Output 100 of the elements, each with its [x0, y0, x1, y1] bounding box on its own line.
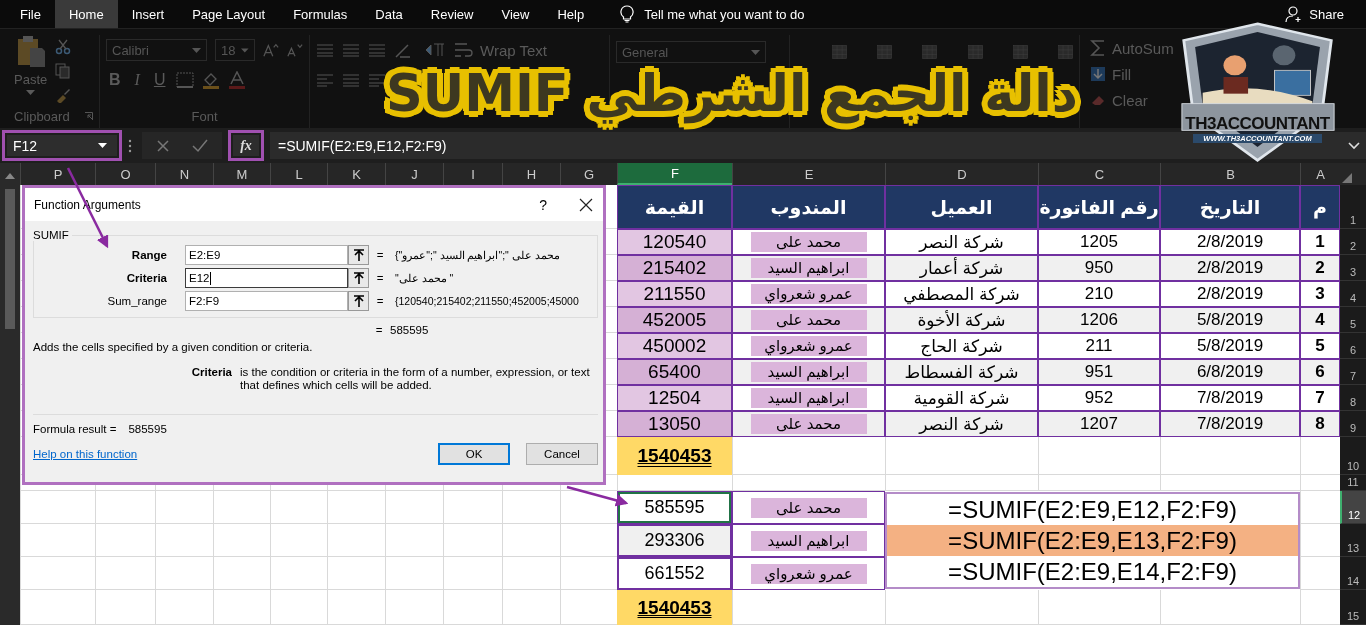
sheet-cell[interactable]	[502, 524, 560, 557]
sheet-cell[interactable]	[213, 557, 270, 590]
input-field[interactable]: E12	[185, 268, 348, 288]
collapse-dialog-button[interactable]	[348, 268, 369, 288]
help-button[interactable]: ?	[539, 196, 547, 213]
ok-button[interactable]: OK	[438, 443, 510, 465]
align-left-icon[interactable]	[316, 73, 334, 87]
font-color-icon[interactable]	[228, 71, 247, 89]
sheet-cell[interactable]	[502, 491, 560, 524]
sheet-cell[interactable]	[213, 524, 270, 557]
clipboard-icon[interactable]	[15, 35, 46, 69]
row-header[interactable]: 13	[1340, 524, 1366, 557]
menu-tab[interactable]: Formulas	[279, 0, 362, 28]
align-top-icon[interactable]	[316, 43, 334, 57]
input-field[interactable]: F2:F9	[185, 291, 348, 311]
align-bottom-icon[interactable]	[368, 43, 386, 57]
sheet-cell[interactable]	[155, 524, 213, 557]
name-box[interactable]: F12	[7, 135, 117, 156]
shrink-font-icon[interactable]	[287, 42, 303, 58]
align-right-icon[interactable]	[368, 73, 386, 87]
sheet-cell[interactable]	[1038, 475, 1160, 491]
column-header[interactable]: E	[732, 163, 885, 185]
column-header[interactable]: J	[385, 163, 443, 185]
close-icon[interactable]	[579, 197, 593, 212]
sheet-cell[interactable]	[885, 590, 1038, 625]
enter-icon[interactable]	[192, 138, 208, 153]
sheet-cell[interactable]	[1038, 590, 1160, 625]
sheet-cell[interactable]	[327, 590, 385, 625]
dialog-launcher-icon[interactable]	[85, 112, 93, 120]
brush-icon[interactable]	[55, 87, 72, 103]
sheet-cell[interactable]	[270, 590, 327, 625]
column-header[interactable]: G	[560, 163, 617, 185]
row-header[interactable]: 10	[1340, 437, 1366, 475]
row-header[interactable]: 6	[1340, 333, 1366, 359]
row-header[interactable]: 5	[1340, 307, 1366, 333]
column-header[interactable]: C	[1038, 163, 1160, 185]
column-header[interactable]: L	[270, 163, 327, 185]
sheet-cell[interactable]	[20, 557, 95, 590]
menu-tab[interactable]: File	[6, 0, 55, 28]
column-header[interactable]: F	[617, 163, 732, 185]
copy-icon[interactable]	[55, 63, 72, 79]
sheet-cell[interactable]	[95, 590, 155, 625]
sheet-cell[interactable]	[1160, 475, 1300, 491]
sheet-cell[interactable]	[155, 491, 213, 524]
row-header[interactable]: 11	[1340, 475, 1366, 491]
scroll-up-arrow-icon[interactable]	[5, 173, 15, 179]
sheet-cell[interactable]	[327, 557, 385, 590]
tell-me-box[interactable]: Tell me what you want to do	[644, 6, 805, 22]
menu-tab[interactable]: View	[487, 0, 544, 28]
caret-icon[interactable]	[98, 143, 107, 148]
collapse-dialog-button[interactable]	[348, 291, 369, 311]
sheet-cell[interactable]	[1160, 590, 1300, 625]
menu-tab[interactable]: Help	[543, 0, 599, 28]
vertical-scrollbar[interactable]	[0, 163, 20, 625]
column-header[interactable]: H	[502, 163, 560, 185]
borders-icon[interactable]	[176, 72, 195, 88]
row-header[interactable]: 2	[1340, 229, 1366, 255]
row-header[interactable]: 15	[1340, 590, 1366, 625]
row-header[interactable]: 12	[1340, 491, 1366, 524]
column-header[interactable]: D	[885, 163, 1038, 185]
sheet-cell[interactable]	[213, 590, 270, 625]
column-header[interactable]: O	[95, 163, 155, 185]
menu-tab[interactable]: Page Layout	[178, 0, 280, 28]
column-header[interactable]: A	[1300, 163, 1340, 185]
sheet-cell[interactable]	[95, 557, 155, 590]
drag-handle-icon[interactable]	[128, 138, 132, 153]
row-header[interactable]: 9	[1340, 411, 1366, 437]
fill-color-icon[interactable]	[202, 71, 221, 89]
cancel-button[interactable]: Cancel	[526, 443, 598, 465]
row-header[interactable]: 14	[1340, 557, 1366, 590]
sheet-cell[interactable]	[155, 590, 213, 625]
sheet-cell[interactable]	[443, 524, 502, 557]
column-header[interactable]: I	[443, 163, 502, 185]
column-header[interactable]: P	[20, 163, 95, 185]
insert-function-button[interactable]: fx	[233, 135, 259, 156]
sheet-cell[interactable]	[385, 491, 443, 524]
sheet-cell[interactable]	[385, 524, 443, 557]
sheet-cell[interactable]	[385, 557, 443, 590]
collapse-dialog-button[interactable]	[348, 245, 369, 265]
menu-tab[interactable]: Insert	[117, 0, 179, 28]
sheet-cell[interactable]	[502, 557, 560, 590]
scrollbar-thumb[interactable]	[5, 189, 15, 329]
sheet-cell[interactable]	[385, 590, 443, 625]
sheet-cell[interactable]	[327, 524, 385, 557]
sheet-cell[interactable]	[885, 475, 1038, 491]
help-link[interactable]: Help on this function	[33, 448, 138, 460]
row-header[interactable]: 8	[1340, 385, 1366, 411]
input-field[interactable]: E2:E9	[185, 245, 348, 265]
sheet-cell[interactable]	[213, 491, 270, 524]
row-header[interactable]: 3	[1340, 255, 1366, 281]
menu-tab[interactable]: Data	[361, 0, 417, 28]
select-all-icon[interactable]	[1342, 173, 1352, 183]
sheet-cell[interactable]	[443, 590, 502, 625]
sheet-cell[interactable]	[270, 557, 327, 590]
scissors-icon[interactable]	[55, 39, 72, 55]
grow-font-icon[interactable]	[262, 42, 279, 58]
sheet-cell[interactable]	[502, 590, 560, 625]
menu-tab[interactable]: Review	[416, 0, 488, 28]
sheet-cell[interactable]	[20, 491, 95, 524]
row-header[interactable]: 4	[1340, 281, 1366, 307]
